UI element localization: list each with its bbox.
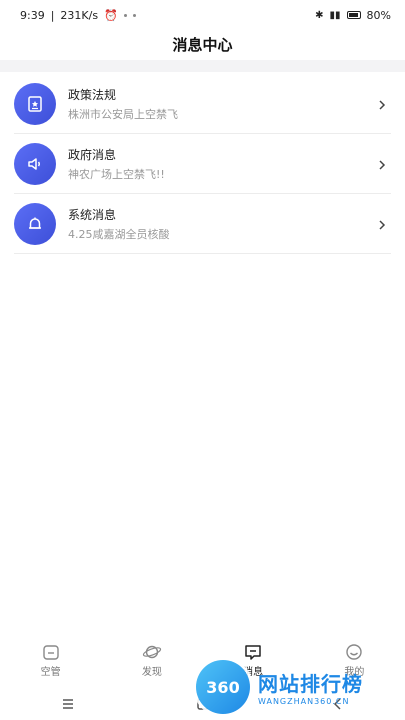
status-right: ✱ ▮▮ 80% — [315, 9, 391, 22]
alarm-icon: ⏰ — [104, 8, 118, 22]
message-item-government[interactable]: 政府消息 神农广场上空禁飞!! — [14, 134, 391, 194]
status-battery: 80% — [366, 8, 391, 22]
message-list: 政策法规 株洲市公安局上空禁飞 政府消息 神农广场上空禁飞!! 系统消息 4.2… — [14, 74, 391, 254]
watermark-main: 网站排行榜 — [258, 672, 363, 696]
message-title: 系统消息 — [68, 207, 117, 222]
bell-icon — [14, 202, 56, 245]
watermark: 360 网站排行榜 WANGZHAN360.CN — [196, 654, 405, 720]
dot-icon — [132, 13, 136, 17]
tab-label: 发现 — [141, 666, 162, 678]
chevron-right-icon — [375, 97, 389, 111]
speaker-icon — [14, 142, 56, 185]
chevron-right-icon — [375, 217, 389, 231]
signal-icon: ▮▮ — [329, 9, 341, 21]
message-subtitle: 4.25咸嘉湖全员核酸 — [68, 227, 170, 241]
watermark-text: 网站排行榜 WANGZHAN360.CN — [258, 668, 363, 706]
status-time: 9:39 — [20, 8, 45, 22]
message-text: 系统消息 4.25咸嘉湖全员核酸 — [68, 206, 375, 242]
status-left: 9:39 | 231K/s ⏰ — [20, 9, 136, 22]
status-divider: | — [50, 8, 55, 22]
page-header: 消息中心 — [0, 30, 405, 58]
menu-icon[interactable] — [60, 697, 76, 711]
battery-icon — [346, 11, 361, 19]
message-text: 政府消息 神农广场上空禁飞!! — [68, 146, 375, 182]
tab-airspace[interactable]: 空管 — [11, 643, 91, 678]
watermark-badge: 360 — [196, 660, 250, 714]
planet-icon — [142, 645, 161, 658]
status-bar: 9:39 | 231K/s ⏰ ✱ ▮▮ 80% — [0, 0, 405, 30]
chevron-right-icon — [375, 157, 389, 171]
watermark-sub: WANGZHAN360.CN — [258, 697, 350, 706]
tab-label: 空管 — [40, 666, 61, 678]
message-title: 政府消息 — [68, 147, 117, 162]
status-speed: 231K/s — [60, 8, 99, 22]
message-subtitle: 神农广场上空禁飞!! — [68, 167, 165, 181]
message-subtitle: 株洲市公安局上空禁飞 — [68, 107, 178, 121]
message-title: 政策法规 — [68, 87, 117, 102]
page-title: 消息中心 — [172, 35, 233, 54]
message-item-policy[interactable]: 政策法规 株洲市公安局上空禁飞 — [14, 74, 391, 134]
home-icon — [42, 644, 59, 660]
message-text: 政策法规 株洲市公安局上空禁飞 — [68, 86, 375, 122]
bluetooth-icon: ✱ — [315, 9, 324, 21]
tab-discover[interactable]: 发现 — [112, 643, 192, 678]
document-icon — [14, 82, 56, 125]
dot-icon — [123, 13, 127, 17]
message-item-system[interactable]: 系统消息 4.25咸嘉湖全员核酸 — [14, 194, 391, 254]
header-separator — [0, 60, 405, 72]
